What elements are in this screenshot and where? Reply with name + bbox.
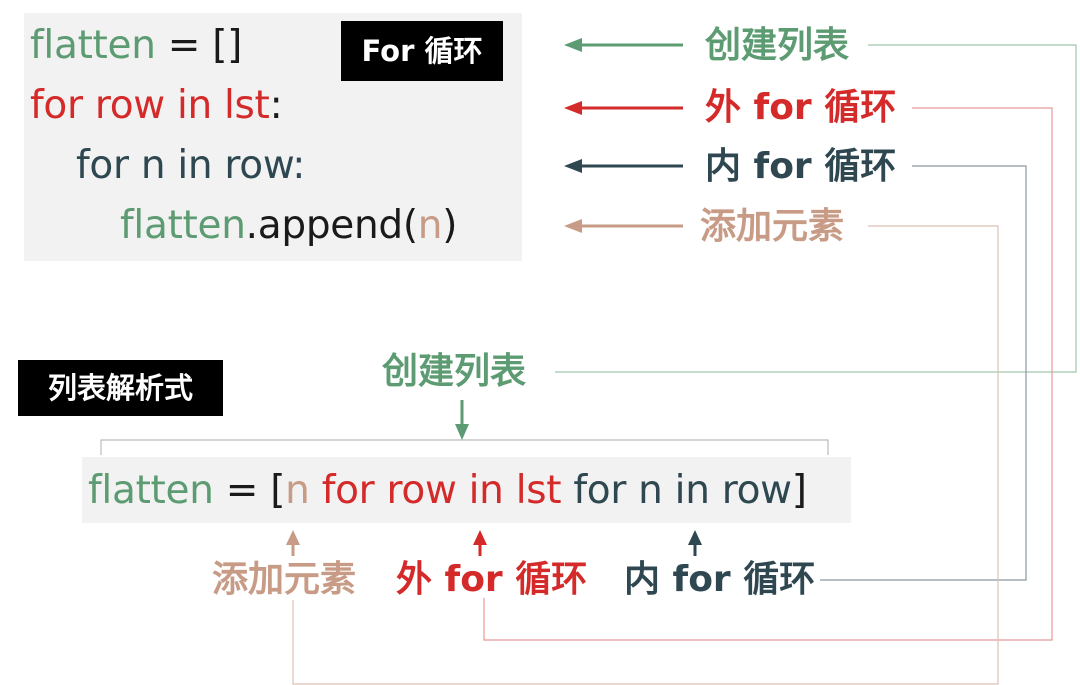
arrow-down-create-list — [455, 400, 469, 440]
connector-add-element — [292, 225, 999, 685]
arrow-up-inner-for — [688, 530, 702, 556]
arrow-add-element — [564, 219, 683, 233]
arrow-create-list — [564, 38, 683, 52]
arrow-outer-for — [564, 101, 683, 115]
arrow-up-outer-for — [473, 530, 487, 556]
arrow-inner-for — [564, 159, 683, 173]
arrow-up-add-element — [286, 530, 300, 556]
connectors-layer — [100, 38, 1077, 685]
connector-inner-for — [820, 165, 1027, 581]
connector-outer-for — [483, 107, 1053, 641]
comprehension-bracket — [100, 439, 829, 455]
